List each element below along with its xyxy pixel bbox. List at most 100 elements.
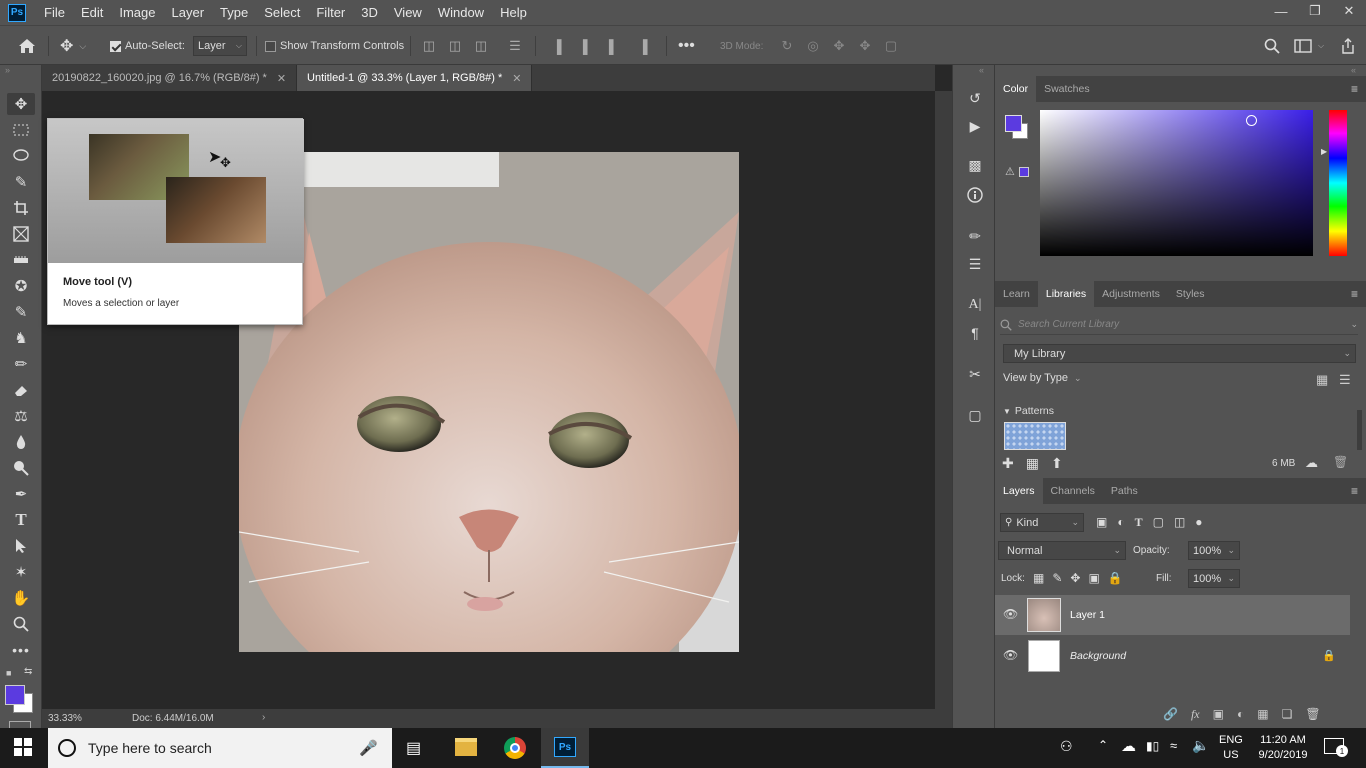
collapse-icon[interactable]: « [979,65,984,75]
show-transform-toggle[interactable]: Show Transform Controls [265,26,404,66]
show-transform-checkbox[interactable] [265,40,276,52]
hue-slider[interactable] [1329,110,1347,256]
panel-menu-icon[interactable]: ≡ [1351,484,1358,498]
trash-icon[interactable]: 🗑 [1333,455,1348,469]
move-tool-icon[interactable]: ✥ [7,93,35,115]
tab-color[interactable]: Color [995,76,1037,102]
share-icon[interactable] [1340,26,1356,66]
type-tool-icon[interactable]: T [7,509,35,531]
volume-icon[interactable]: 🔈 [1192,737,1209,754]
pan-3d-icon[interactable]: ✥ [830,38,848,54]
menu-filter[interactable]: Filter [308,0,353,25]
menu-layer[interactable]: Layer [164,0,213,25]
shape-tool-icon[interactable]: ✶ [7,561,35,583]
menu-3d[interactable]: 3D [353,0,386,25]
menu-view[interactable]: View [386,0,430,25]
blur-tool-icon[interactable] [7,431,35,453]
windows-start-icon[interactable] [14,738,32,759]
grid-view-icon[interactable]: ▦ [1316,372,1328,388]
menu-file[interactable]: File [36,0,73,25]
menu-help[interactable]: Help [492,0,535,25]
layer-name[interactable]: Background [1070,650,1126,662]
library-search[interactable]: Search Current Library ⌄ [1000,315,1358,335]
foreground-color-swatch[interactable] [5,685,25,705]
roll-3d-icon[interactable]: ◎ [804,38,822,54]
align-center-icon[interactable]: ◫ [446,38,464,54]
path-selection-tool-icon[interactable] [7,535,35,557]
fx-icon[interactable]: fx [1191,707,1200,722]
color-picker-ring[interactable] [1246,115,1257,126]
history-brush-tool-icon[interactable]: ✏ [7,353,35,375]
slide-3d-icon[interactable]: ✥ [856,38,874,54]
lock-position-icon[interactable]: ✥ [1070,571,1080,585]
plus-icon[interactable]: ✚ [1002,455,1014,472]
library-scrollbar[interactable] [1357,410,1362,450]
add-mask-icon[interactable]: ▣ [1213,707,1224,722]
close-button[interactable]: ✕ [1332,0,1366,22]
photoshop-taskbar-button[interactable]: Ps [541,728,589,768]
task-view-icon[interactable]: ▤ [406,738,421,758]
distribute-icon[interactable]: ▐ [634,39,652,54]
workspace-icon[interactable]: ⌵ [1294,26,1324,66]
lasso-tool-icon[interactable] [7,145,35,167]
tab-styles[interactable]: Styles [1168,281,1213,307]
pen-tool-icon[interactable]: ✒ [7,483,35,505]
layer-name[interactable]: Layer 1 [1070,609,1105,621]
tab-learn[interactable]: Learn [995,281,1038,307]
collapse-icon[interactable]: » [5,65,10,75]
dodge-tool-icon[interactable] [7,457,35,479]
hue-slider-handle[interactable]: ▶ [1321,147,1327,156]
color-foreground-swatch[interactable] [1005,115,1022,132]
paint-bucket-tool-icon[interactable]: ⚖ [7,405,35,427]
align-bottom-icon[interactable]: ▐ [600,39,618,54]
tab-layers[interactable]: Layers [995,478,1043,504]
zoom-level[interactable]: 33.33% [48,713,82,724]
panel-menu-icon[interactable]: ≡ [1351,82,1358,96]
spot-healing-tool-icon[interactable]: ✪ [7,275,35,297]
web-safe-color-swatch[interactable] [1019,167,1029,177]
blend-mode-dropdown[interactable]: Normal ⌄ [998,541,1126,560]
ruler-tool-icon[interactable] [7,249,35,271]
auto-select-checkbox[interactable] [110,40,121,52]
align-middle-icon[interactable]: ☰ [506,38,524,54]
move-tool-preset-icon[interactable]: ✥ ⌵ [60,26,86,66]
filter-shape-icon[interactable]: ▢ [1153,515,1164,530]
people-icon[interactable]: ⚇ [1060,738,1073,755]
chrome-icon[interactable] [504,737,526,759]
microphone-icon[interactable]: 🎤 [359,739,378,757]
auto-select-dropdown[interactable]: Layer ⌵ [193,36,247,56]
tab-swatches[interactable]: Swatches [1036,76,1098,102]
layer-row-background[interactable]: 👁 Background 🔒 [995,636,1350,676]
home-icon[interactable] [18,26,36,66]
menu-image[interactable]: Image [111,0,163,25]
action-center-icon[interactable]: 1 [1324,738,1348,757]
camera-3d-icon[interactable]: ▢ [882,38,900,54]
wifi-icon[interactable]: ≈ [1170,738,1177,753]
lock-transparent-icon[interactable]: ▦ [1033,571,1044,585]
tab-paths[interactable]: Paths [1103,478,1146,504]
filter-toggle-icon[interactable]: ● [1195,515,1202,530]
marquee-tool-icon[interactable] [7,119,35,141]
crop-tool-icon[interactable] [7,197,35,219]
tab-channels[interactable]: Channels [1043,478,1103,504]
clone-stamp-tool-icon[interactable]: ♞ [7,327,35,349]
swap-colors-icon[interactable]: ⇆ [24,666,32,677]
quick-selection-tool-icon[interactable]: ✎ [7,171,35,193]
chevron-right-icon[interactable]: › [262,712,265,723]
collapse-icon[interactable]: « [1351,65,1356,75]
layer-filter-kind[interactable]: ⚲ Kind ⌄ [1000,513,1084,532]
language-indicator[interactable]: ENG US [1219,733,1243,763]
patterns-section-header[interactable]: ▼ Patterns [1003,405,1054,417]
visibility-eye-icon[interactable]: 👁 [1003,648,1018,662]
quick-mask-icon[interactable] [9,721,31,728]
auto-select-toggle[interactable]: Auto-Select: [110,26,185,66]
paragraph-icon[interactable]: ¶ [964,322,986,344]
3d-layers-icon[interactable]: ▩ [964,154,986,176]
filter-adjustment-icon[interactable]: ◐ [1117,515,1124,530]
lock-image-icon[interactable]: ✎ [1052,571,1062,585]
filter-pixel-icon[interactable]: ▣ [1096,515,1107,530]
tab-document-1[interactable]: 20190822_160020.jpg @ 16.7% (RGB/8#) * ✕ [42,65,298,91]
menu-edit[interactable]: Edit [73,0,111,25]
frame-tool-icon[interactable] [7,223,35,245]
default-colors-icon[interactable]: ■ [6,668,11,678]
